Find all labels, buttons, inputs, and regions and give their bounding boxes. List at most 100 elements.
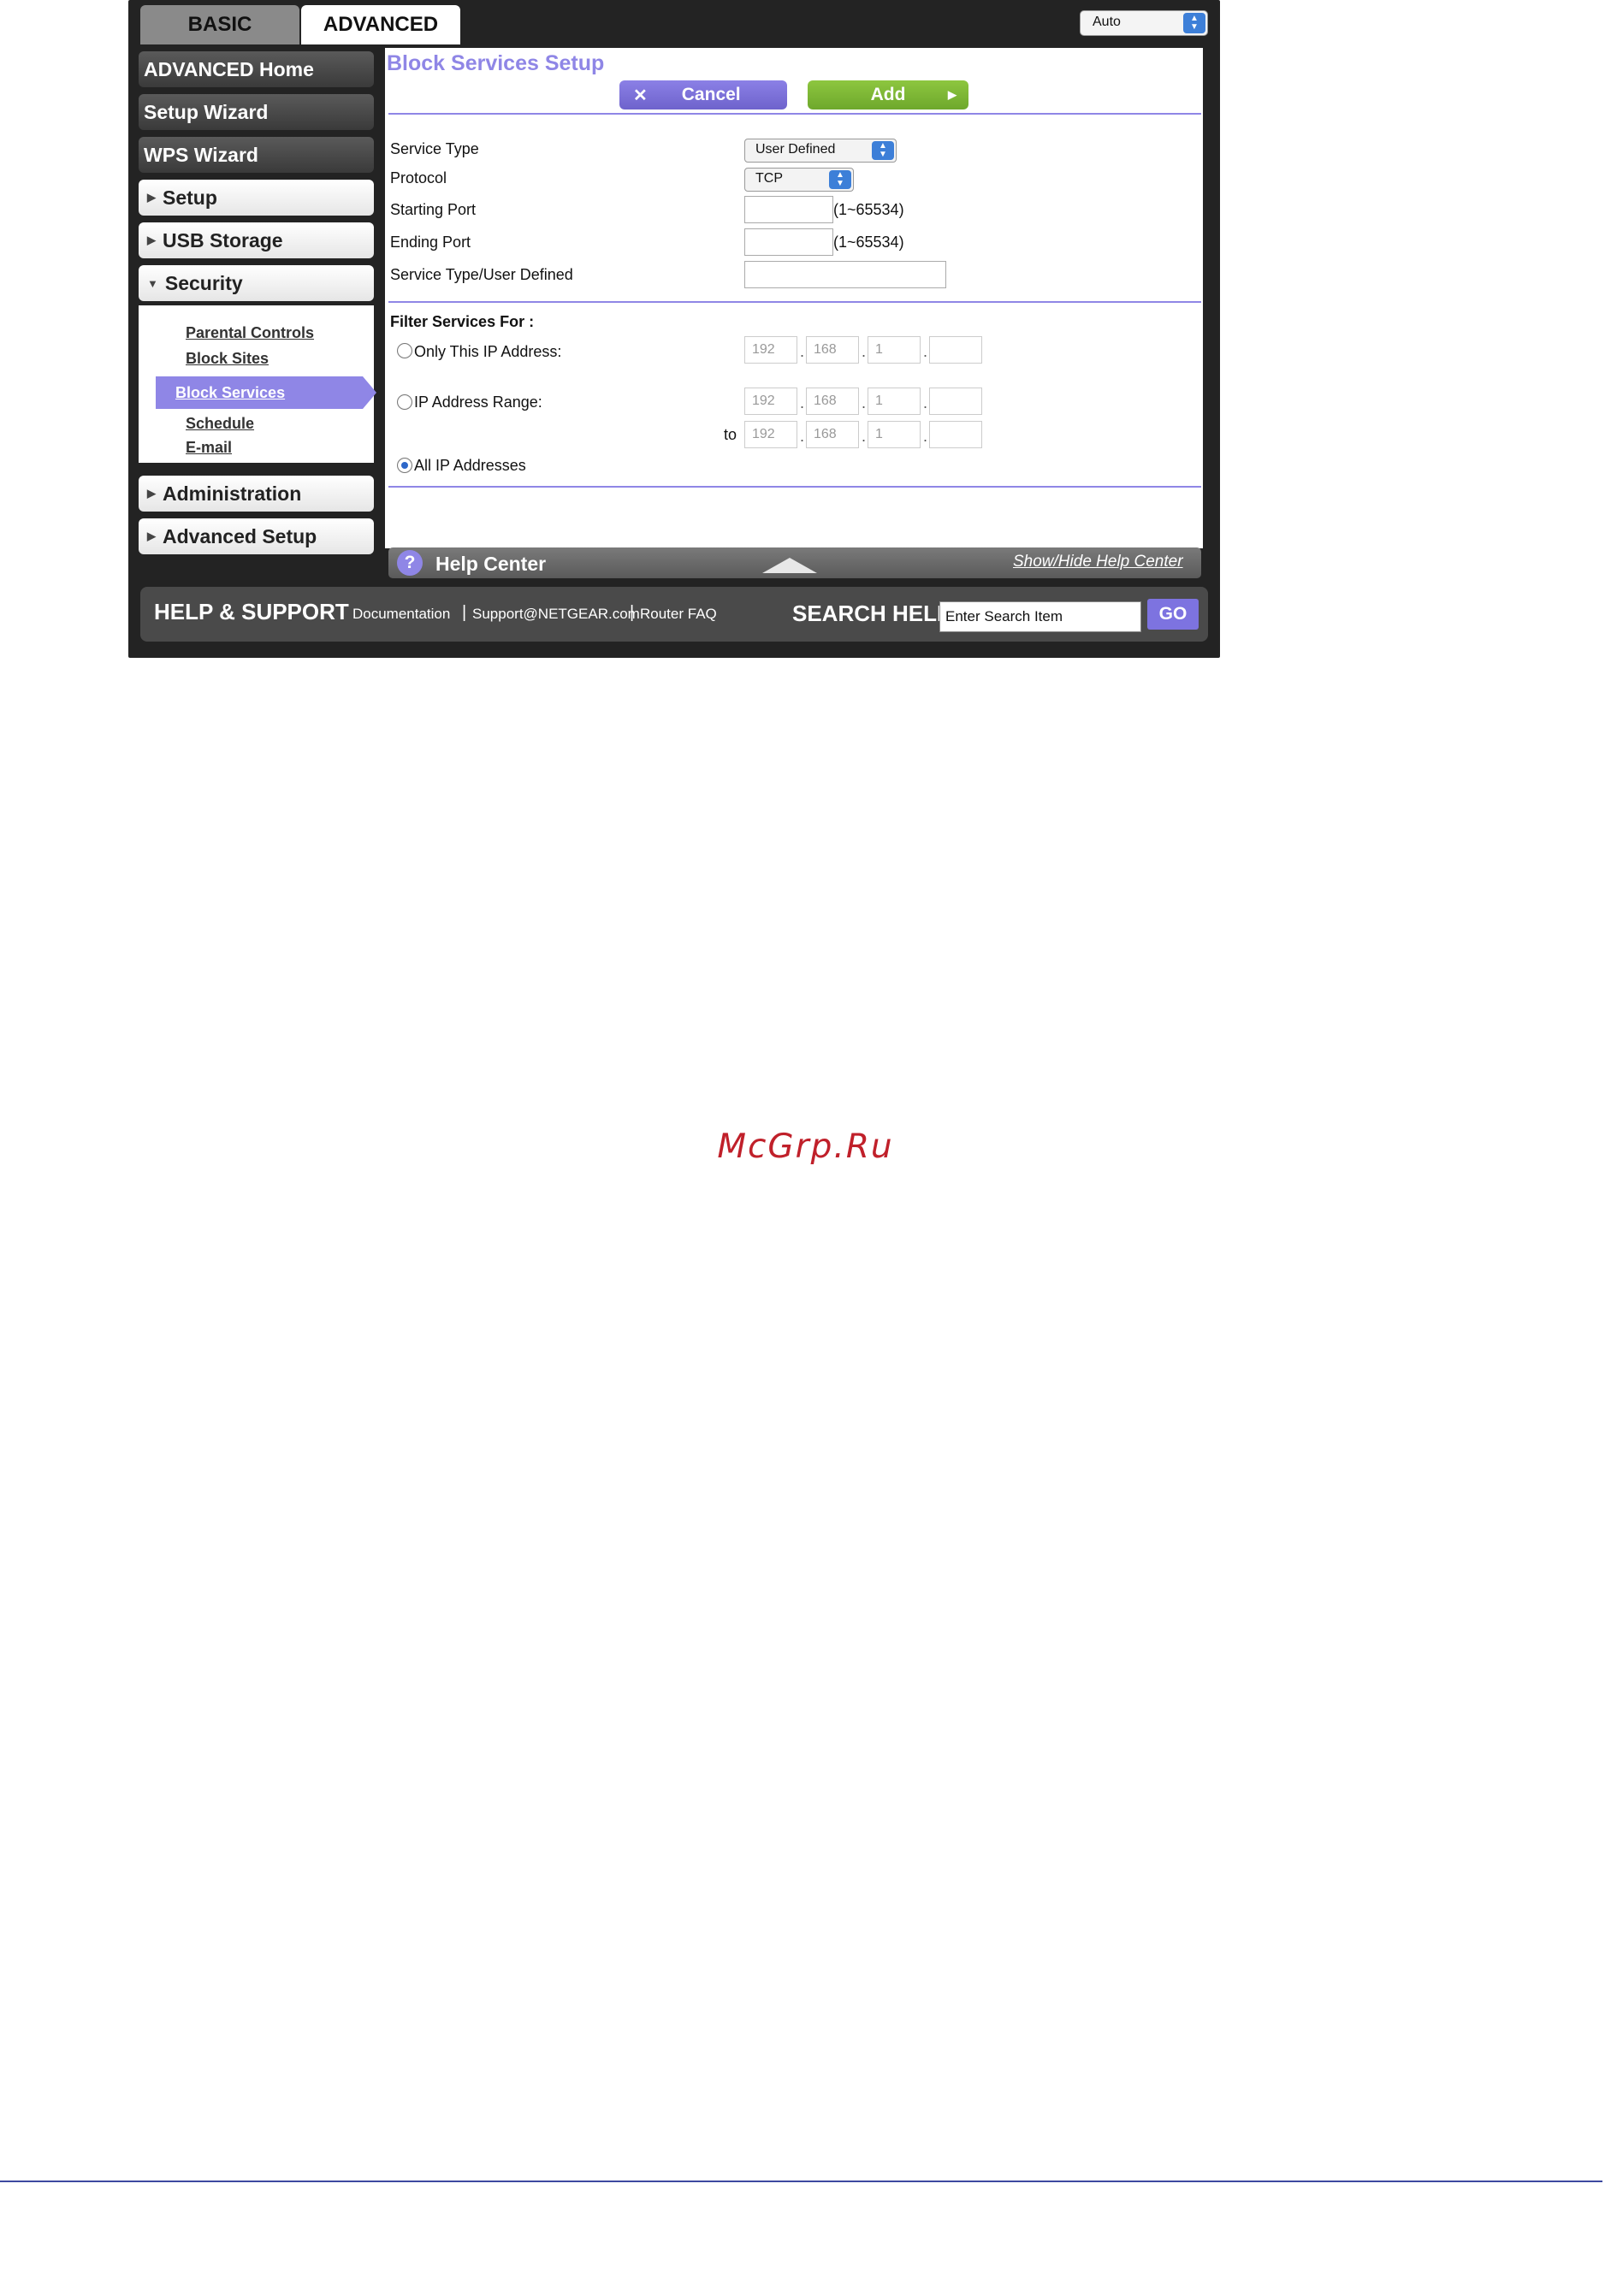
triangle-right-icon: ▶ bbox=[147, 487, 156, 500]
range-end-octet-2[interactable]: 168 bbox=[806, 421, 859, 448]
range-end-octet-4[interactable] bbox=[929, 421, 982, 448]
router-admin-window: BASIC ADVANCED Auto ▲ ▼ ADVANCED Home Set… bbox=[128, 0, 1220, 658]
range-start-octet-4[interactable] bbox=[929, 388, 982, 415]
divider bbox=[388, 301, 1201, 303]
range-end-octet-3[interactable]: 1 bbox=[868, 421, 921, 448]
range-to-label: to bbox=[724, 426, 737, 443]
ip-dot: . bbox=[923, 394, 928, 411]
only-ip-octet-2[interactable]: 168 bbox=[806, 336, 859, 364]
submenu-block-services[interactable]: Block Services bbox=[156, 376, 376, 409]
submenu-email[interactable]: E-mail bbox=[186, 439, 232, 457]
help-center-title: Help Center bbox=[435, 553, 547, 575]
all-ip-label: All IP Addresses bbox=[414, 457, 526, 474]
user-defined-label: Service Type/User Defined bbox=[390, 266, 573, 283]
sidebar-advanced-home[interactable]: ADVANCED Home bbox=[139, 51, 374, 87]
divider bbox=[388, 113, 1201, 115]
search-help-title: SEARCH HELP bbox=[792, 601, 952, 626]
ip-range-radio[interactable] bbox=[397, 394, 412, 410]
help-support-title: HELP & SUPPORT bbox=[154, 599, 349, 624]
link-separator: | bbox=[630, 603, 635, 622]
starting-port-input[interactable] bbox=[744, 196, 833, 223]
ip-dot: . bbox=[800, 343, 805, 360]
tab-advanced[interactable]: ADVANCED bbox=[301, 5, 460, 44]
ip-dot: . bbox=[862, 343, 867, 360]
ending-port-hint: (1~65534) bbox=[833, 234, 904, 251]
support-email-link[interactable]: Support@NETGEAR.com bbox=[472, 606, 640, 623]
triangle-right-icon: ▶ bbox=[147, 191, 156, 204]
cancel-button-label: Cancel bbox=[681, 85, 741, 104]
show-hide-help-link[interactable]: Show/Hide Help Center bbox=[1013, 553, 1183, 571]
filter-services-label: Filter Services For : bbox=[390, 313, 535, 330]
ip-dot: . bbox=[800, 428, 805, 445]
cancel-button[interactable]: ✕ Cancel bbox=[619, 80, 787, 109]
arrow-right-icon: ▶ bbox=[948, 88, 957, 101]
ip-dot: . bbox=[923, 428, 928, 445]
service-type-value: User Defined bbox=[755, 142, 836, 157]
service-type-select[interactable]: User Defined ▲ ▼ bbox=[744, 139, 897, 163]
sidebar-section-administration[interactable]: ▶ Administration bbox=[139, 476, 374, 512]
help-center-bar: ? Help Center Show/Hide Help Center bbox=[388, 547, 1201, 578]
expand-up-icon[interactable] bbox=[762, 558, 817, 573]
triangle-right-icon: ▶ bbox=[147, 234, 156, 246]
add-button[interactable]: Add ▶ bbox=[808, 80, 968, 109]
page-bottom-rule bbox=[0, 2181, 1602, 2182]
help-icon: ? bbox=[397, 550, 423, 576]
search-go-button[interactable]: GO bbox=[1147, 599, 1199, 630]
all-ip-radio[interactable] bbox=[397, 458, 412, 473]
sidebar-section-label: Advanced Setup bbox=[163, 524, 317, 547]
sidebar-section-setup[interactable]: ▶ Setup bbox=[139, 180, 374, 216]
protocol-select[interactable]: TCP ▲ ▼ bbox=[744, 168, 854, 192]
user-defined-input[interactable] bbox=[744, 261, 946, 288]
close-icon: ✕ bbox=[633, 86, 648, 105]
sidebar-section-security[interactable]: ▼ Security bbox=[139, 265, 374, 301]
documentation-link[interactable]: Documentation bbox=[352, 606, 450, 623]
range-end-octet-1[interactable]: 192 bbox=[744, 421, 797, 448]
select-arrows-icon: ▲ ▼ bbox=[872, 141, 894, 160]
sidebar-section-label: Setup bbox=[163, 186, 217, 209]
select-arrows-icon: ▲ ▼ bbox=[1183, 13, 1205, 33]
tab-basic[interactable]: BASIC bbox=[140, 5, 299, 44]
only-ip-octet-3[interactable]: 1 bbox=[868, 336, 921, 364]
page-title: Block Services Setup bbox=[387, 51, 605, 75]
submenu-parental-controls[interactable]: Parental Controls bbox=[186, 324, 314, 342]
ip-dot: . bbox=[923, 343, 928, 360]
ending-port-label: Ending Port bbox=[390, 234, 471, 251]
submenu-block-sites[interactable]: Block Sites bbox=[186, 350, 269, 368]
language-select-value: Auto bbox=[1093, 15, 1121, 29]
sidebar-wps-wizard[interactable]: WPS Wizard bbox=[139, 137, 374, 173]
sidebar-setup-wizard[interactable]: Setup Wizard bbox=[139, 94, 374, 130]
sidebar-section-advanced-setup[interactable]: ▶ Advanced Setup bbox=[139, 518, 374, 554]
only-ip-label: Only This IP Address: bbox=[414, 343, 562, 360]
link-separator: | bbox=[462, 603, 467, 622]
add-button-label: Add bbox=[870, 85, 906, 104]
only-ip-octet-4[interactable] bbox=[929, 336, 982, 364]
only-ip-radio[interactable] bbox=[397, 343, 412, 358]
ending-port-input[interactable] bbox=[744, 228, 833, 256]
triangle-right-icon: ▶ bbox=[147, 530, 156, 542]
select-arrows-icon: ▲ ▼ bbox=[829, 170, 851, 189]
sidebar-section-usb-storage[interactable]: ▶ USB Storage bbox=[139, 222, 374, 258]
submenu-schedule[interactable]: Schedule bbox=[186, 415, 254, 433]
range-start-octet-1[interactable]: 192 bbox=[744, 388, 797, 415]
ip-dot: . bbox=[862, 428, 867, 445]
sidebar-section-label: Security bbox=[164, 271, 243, 294]
main-content: Block Services Setup ✕ Cancel Add ▶ Serv… bbox=[385, 48, 1203, 548]
help-support-footer: HELP & SUPPORT Documentation | Support@N… bbox=[140, 587, 1208, 642]
protocol-label: Protocol bbox=[390, 169, 447, 186]
protocol-value: TCP bbox=[755, 171, 783, 186]
service-type-label: Service Type bbox=[390, 140, 479, 157]
divider bbox=[388, 486, 1201, 488]
ip-dot: . bbox=[862, 394, 867, 411]
watermark-text: McGrp.Ru bbox=[717, 1127, 894, 1166]
starting-port-hint: (1~65534) bbox=[833, 201, 904, 218]
triangle-down-icon: ▼ bbox=[147, 276, 158, 290]
language-select[interactable]: Auto ▲ ▼ bbox=[1080, 10, 1208, 36]
range-start-octet-3[interactable]: 1 bbox=[868, 388, 921, 415]
range-start-octet-2[interactable]: 168 bbox=[806, 388, 859, 415]
starting-port-label: Starting Port bbox=[390, 201, 477, 218]
search-help-input[interactable] bbox=[939, 601, 1141, 632]
only-ip-octet-1[interactable]: 192 bbox=[744, 336, 797, 364]
router-faq-link[interactable]: Router FAQ bbox=[640, 606, 717, 623]
ip-dot: . bbox=[800, 394, 805, 411]
sidebar-section-label: USB Storage bbox=[163, 228, 283, 251]
